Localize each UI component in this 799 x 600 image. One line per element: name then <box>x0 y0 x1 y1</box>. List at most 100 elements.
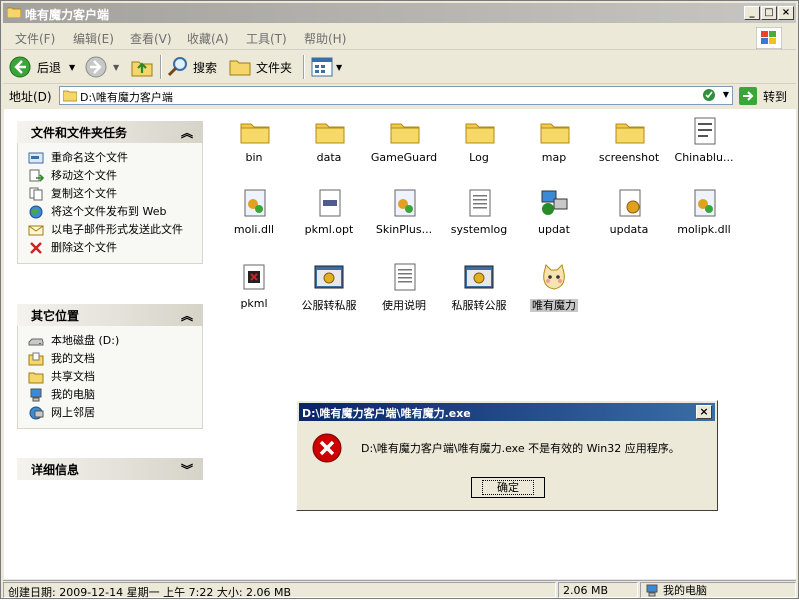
file-item[interactable]: data <box>291 115 367 164</box>
folder-icon <box>240 123 270 144</box>
up-folder-button[interactable] <box>131 56 153 78</box>
folders-label: 文件夹 <box>256 60 293 75</box>
task-delete[interactable]: 删除这个文件 <box>18 239 202 257</box>
file-item[interactable]: GameGuard <box>366 115 442 164</box>
task-move[interactable]: 移动这个文件 <box>18 167 202 185</box>
file-item[interactable]: Chinablu... <box>666 115 742 164</box>
address-input[interactable]: D:\唯有魔力客户端 ▼ <box>59 86 733 105</box>
file-item[interactable]: 唯有魔力 <box>516 261 592 313</box>
copy-icon <box>29 187 43 201</box>
my-computer-icon <box>30 388 42 402</box>
minimize-button[interactable]: _ <box>744 6 760 20</box>
task-rename[interactable]: 重命名这个文件 <box>18 149 202 167</box>
details-header[interactable]: 详细信息 ︾ <box>17 458 203 480</box>
forward-button[interactable]: ▼ <box>85 56 119 78</box>
dialog-message: D:\唯有魔力客户端\唯有魔力.exe 不是有效的 Win32 应用程序。 <box>361 442 680 455</box>
move-icon <box>29 169 44 182</box>
dll-icon <box>694 189 716 217</box>
network-app-icon <box>541 190 568 215</box>
menu-tools[interactable]: 工具(T) <box>246 30 287 47</box>
go-button[interactable]: 转到 <box>739 86 787 106</box>
folder-icon <box>63 90 77 102</box>
folder-icon <box>615 123 645 144</box>
task-publish-web[interactable]: 将这个文件发布到 Web <box>18 203 202 221</box>
folder-icon <box>540 123 570 144</box>
error-icon <box>312 433 342 463</box>
folder-icon <box>465 123 495 144</box>
file-name: moli.dll <box>233 223 275 236</box>
collapse-icon[interactable]: ︽ <box>181 307 193 324</box>
opt-file-icon <box>319 189 341 217</box>
email-icon <box>28 225 44 236</box>
file-item[interactable]: 私服转公服 <box>441 261 517 313</box>
file-item[interactable]: moli.dll <box>216 187 292 236</box>
status-zone: 我的电脑 <box>640 582 796 598</box>
text-file-icon <box>394 263 416 291</box>
go-arrow-icon <box>739 87 757 105</box>
task-email[interactable]: 以电子邮件形式发送此文件 <box>18 221 202 239</box>
menu-view[interactable]: 查看(V) <box>130 30 172 47</box>
file-item[interactable]: 使用说明 <box>366 261 442 313</box>
expand-icon[interactable]: ︾ <box>181 461 193 478</box>
file-item[interactable]: pkml <box>216 261 292 310</box>
other-places-title: 其它位置 <box>31 308 80 323</box>
menu-favorites[interactable]: 收藏(A) <box>187 30 229 47</box>
task-copy[interactable]: 复制这个文件 <box>18 185 202 203</box>
file-item[interactable]: SkinPlus... <box>366 187 442 236</box>
menu-help[interactable]: 帮助(H) <box>304 30 346 47</box>
collapse-icon[interactable]: ︽ <box>181 124 193 141</box>
explorer-window: 唯有魔力客户端 _ □ × 文件(F) 编辑(E) 查看(V) 收藏(A) 工具… <box>0 0 799 599</box>
ok-button[interactable]: 确定 <box>471 477 545 498</box>
chevron-down-icon[interactable]: ▼ <box>336 63 342 72</box>
file-name: bin <box>245 151 263 164</box>
file-item[interactable]: map <box>516 115 592 164</box>
chevron-down-icon[interactable]: ▼ <box>69 63 75 72</box>
network-icon <box>29 406 44 420</box>
file-name: GameGuard <box>370 151 438 164</box>
chevron-down-icon[interactable]: ▼ <box>113 63 119 72</box>
close-button[interactable]: × <box>778 6 794 20</box>
back-button[interactable]: 后退 ▼ <box>9 56 75 78</box>
shield-icon <box>702 88 716 105</box>
up-folder-icon <box>131 61 153 77</box>
file-name: 私服转公服 <box>451 299 507 312</box>
place-shared-documents[interactable]: 共享文档 <box>18 368 202 386</box>
file-item[interactable]: bin <box>216 115 292 164</box>
folders-button[interactable]: 文件夹 <box>229 56 292 78</box>
file-name: map <box>541 151 567 164</box>
file-tasks-title: 文件和文件夹任务 <box>31 125 128 140</box>
title-bar[interactable]: 唯有魔力客户端 _ □ × <box>3 3 796 23</box>
maximize-button[interactable]: □ <box>761 6 777 20</box>
file-name: 使用说明 <box>382 299 426 312</box>
views-icon <box>311 57 333 77</box>
chevron-down-icon[interactable]: ▼ <box>723 90 729 99</box>
search-button[interactable]: 搜索 <box>167 56 217 78</box>
place-my-computer[interactable]: 我的电脑 <box>18 386 202 404</box>
dialog-close-button[interactable]: × <box>696 405 712 419</box>
window-title: 唯有魔力客户端 <box>25 8 110 22</box>
file-item[interactable]: updat <box>516 187 592 236</box>
file-item[interactable]: screenshot <box>591 115 667 164</box>
file-item[interactable]: Log <box>441 115 517 164</box>
file-item[interactable]: pkml.opt <box>291 187 367 236</box>
file-item[interactable]: systemlog <box>441 187 517 236</box>
search-icon <box>167 57 187 77</box>
shared-folder-icon <box>28 372 44 384</box>
menu-file[interactable]: 文件(F) <box>15 30 55 47</box>
error-dialog: D:\唯有魔力客户端\唯有魔力.exe × D:\唯有魔力客户端\唯有魔力.ex… <box>296 400 718 511</box>
file-item[interactable]: updata <box>591 187 667 236</box>
menu-bar: 文件(F) 编辑(E) 查看(V) 收藏(A) 工具(T) 帮助(H) <box>3 25 796 50</box>
file-name: systemlog <box>450 223 508 236</box>
place-network[interactable]: 网上邻居 <box>18 404 202 422</box>
views-button[interactable]: ▼ <box>311 56 342 78</box>
other-places-header[interactable]: 其它位置 ︽ <box>17 304 203 326</box>
file-tasks-panel: 文件和文件夹任务 ︽ 重命名这个文件 移动这个文件 复制这个文件 将这个文件发布… <box>17 121 203 264</box>
file-item[interactable]: molipk.dll <box>666 187 742 236</box>
place-my-documents[interactable]: 我的文档 <box>18 350 202 368</box>
disk-drive-icon <box>28 338 44 346</box>
file-item[interactable]: 公服转私服 <box>291 261 367 313</box>
menu-edit[interactable]: 编辑(E) <box>73 30 114 47</box>
place-local-disk[interactable]: 本地磁盘 (D:) <box>18 332 202 350</box>
file-tasks-header[interactable]: 文件和文件夹任务 ︽ <box>17 121 203 143</box>
dialog-title-bar[interactable]: D:\唯有魔力客户端\唯有魔力.exe × <box>299 403 715 421</box>
